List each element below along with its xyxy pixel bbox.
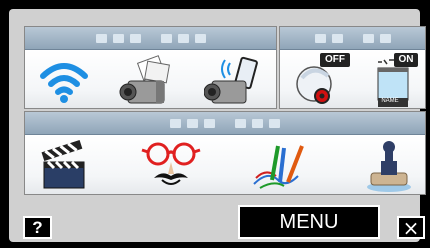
photo-transfer-button[interactable] bbox=[115, 52, 179, 108]
stamp-icon bbox=[367, 141, 411, 192]
stamp-button[interactable] bbox=[355, 137, 419, 194]
camera-smartphone-icon bbox=[204, 56, 258, 104]
face-decoration-button[interactable] bbox=[137, 137, 205, 194]
glasses-mustache-icon bbox=[141, 142, 201, 185]
name-card-on-badge: ON bbox=[394, 53, 418, 67]
name-card-label: NAME bbox=[381, 98, 399, 104]
clapperboard-button[interactable] bbox=[35, 137, 95, 194]
effects-panel-header bbox=[25, 112, 425, 135]
help-button[interactable]: ? bbox=[23, 216, 52, 239]
wireless-panel-header bbox=[25, 27, 276, 50]
wifi-icon bbox=[40, 63, 88, 103]
effects-panel bbox=[24, 111, 426, 195]
drawing-button[interactable] bbox=[247, 137, 313, 194]
clapperboard-icon bbox=[41, 140, 85, 189]
drawing-pencils-icon bbox=[253, 145, 304, 189]
settings-panel: OFF ON NAME bbox=[279, 26, 426, 109]
screen: OFF ON NAME ? MENU × bbox=[9, 9, 426, 242]
self-timer-off-badge: OFF bbox=[320, 53, 350, 67]
menu-button[interactable]: MENU bbox=[238, 205, 380, 239]
wifi-button[interactable] bbox=[35, 54, 93, 108]
wireless-panel bbox=[24, 26, 277, 109]
close-icon: × bbox=[402, 215, 420, 240]
camera-photo-transfer-icon bbox=[119, 55, 170, 104]
settings-panel-header bbox=[280, 27, 425, 50]
close-button[interactable]: × bbox=[397, 215, 425, 240]
smartphone-link-button[interactable] bbox=[201, 52, 267, 108]
